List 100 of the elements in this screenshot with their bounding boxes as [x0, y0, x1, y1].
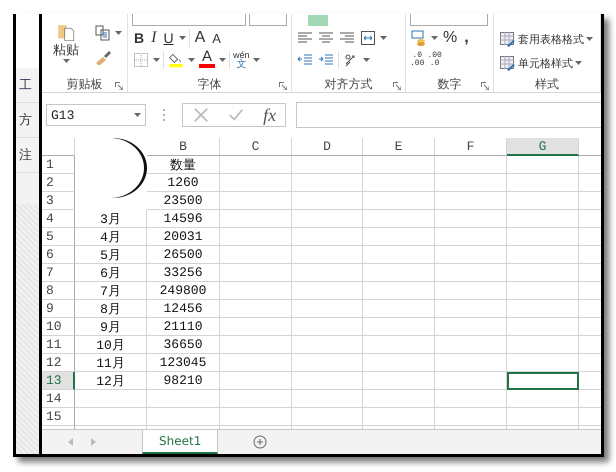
table-cell[interactable]: 26500: [147, 246, 220, 264]
empty-cell[interactable]: [507, 282, 579, 300]
empty-cell[interactable]: [292, 246, 363, 264]
merge-cells-icon[interactable]: [359, 30, 377, 46]
empty-cell[interactable]: [363, 282, 435, 300]
select-all-button[interactable]: [42, 138, 75, 156]
empty-cell[interactable]: [507, 174, 579, 192]
row-header[interactable]: 10: [42, 318, 75, 336]
empty-cell[interactable]: [507, 318, 579, 336]
table-cell[interactable]: 249800: [147, 282, 220, 300]
table-cell[interactable]: 14596: [147, 210, 220, 228]
empty-cell[interactable]: [292, 210, 363, 228]
empty-cell[interactable]: [507, 210, 579, 228]
italic-button[interactable]: I: [149, 28, 158, 48]
empty-cell[interactable]: [507, 300, 579, 318]
dialog-launcher-icon[interactable]: [279, 82, 287, 90]
scroll-left-icon[interactable]: [68, 438, 73, 446]
table-cell[interactable]: 3月: [75, 210, 147, 228]
empty-cell[interactable]: [220, 318, 292, 336]
caret-icon[interactable]: [153, 58, 160, 62]
empty-cell[interactable]: [220, 264, 292, 282]
empty-cell[interactable]: [363, 174, 435, 192]
empty-cell[interactable]: [220, 210, 292, 228]
empty-cell[interactable]: [435, 228, 507, 246]
row-header[interactable]: 4: [42, 210, 75, 228]
row-header[interactable]: 8: [42, 282, 75, 300]
empty-cell[interactable]: [292, 408, 363, 426]
cancel-icon[interactable]: [192, 107, 210, 123]
row-header[interactable]: 7: [42, 264, 75, 282]
caret-icon[interactable]: [188, 58, 195, 62]
table-cell[interactable]: 123045: [147, 354, 220, 372]
empty-cell[interactable]: [220, 354, 292, 372]
empty-cell[interactable]: [507, 336, 579, 354]
column-header[interactable]: B: [147, 138, 220, 156]
style-button[interactable]: 单元格样式: [498, 52, 596, 74]
percent-button[interactable]: %: [441, 28, 460, 48]
selected-cell[interactable]: [507, 372, 579, 390]
empty-cell[interactable]: [220, 156, 292, 174]
row-header[interactable]: 5: [42, 228, 75, 246]
empty-cell[interactable]: [363, 264, 435, 282]
table-cell[interactable]: 9月: [75, 318, 147, 336]
caret-icon[interactable]: [219, 58, 226, 62]
empty-cell[interactable]: [363, 300, 435, 318]
empty-cell[interactable]: [220, 300, 292, 318]
empty-cell[interactable]: [507, 156, 579, 174]
enter-icon[interactable]: [227, 107, 246, 123]
empty-cell[interactable]: [220, 372, 292, 390]
empty-cell[interactable]: [147, 390, 220, 408]
table-cell[interactable]: 6月: [75, 264, 147, 282]
insert-function-button[interactable]: fx: [263, 104, 276, 126]
caret-icon[interactable]: [178, 36, 186, 40]
empty-cell[interactable]: [435, 156, 507, 174]
empty-cell[interactable]: [435, 300, 507, 318]
bold-button[interactable]: B: [132, 28, 146, 48]
empty-cell[interactable]: [363, 354, 435, 372]
format-painter-icon[interactable]: [94, 49, 112, 65]
table-cell[interactable]: 12月: [75, 372, 147, 390]
empty-cell[interactable]: [363, 390, 435, 408]
empty-cell[interactable]: [220, 246, 292, 264]
empty-cell[interactable]: [363, 246, 435, 264]
empty-cell[interactable]: [220, 174, 292, 192]
empty-cell[interactable]: [507, 408, 579, 426]
row-header[interactable]: 6: [42, 246, 75, 264]
empty-cell[interactable]: [507, 354, 579, 372]
column-header[interactable]: E: [363, 138, 435, 156]
increase-decimal-button[interactable]: .0 .00: [410, 52, 424, 68]
empty-cell[interactable]: [507, 246, 579, 264]
sheet-tab[interactable]: Sheet1: [142, 430, 218, 454]
empty-cell[interactable]: [220, 228, 292, 246]
empty-cell[interactable]: [435, 318, 507, 336]
empty-cell[interactable]: [363, 228, 435, 246]
row-header[interactable]: 14: [42, 390, 75, 408]
shrink-font-button[interactable]: A: [210, 28, 223, 48]
table-cell[interactable]: 8月: [75, 300, 147, 318]
caret-icon[interactable]: [431, 36, 438, 40]
empty-cell[interactable]: [435, 390, 507, 408]
empty-cell[interactable]: [363, 408, 435, 426]
table-cell[interactable]: 33256: [147, 264, 220, 282]
empty-cell[interactable]: [363, 372, 435, 390]
style-button[interactable]: 套用表格格式: [498, 28, 596, 50]
row-header[interactable]: 15: [42, 408, 75, 426]
dialog-launcher-icon[interactable]: [481, 82, 489, 90]
copy-icon[interactable]: [94, 25, 112, 41]
empty-cell[interactable]: [220, 390, 292, 408]
empty-cell[interactable]: [435, 174, 507, 192]
empty-cell[interactable]: [292, 354, 363, 372]
empty-cell[interactable]: [363, 318, 435, 336]
empty-cell[interactable]: [435, 336, 507, 354]
empty-cell[interactable]: [435, 408, 507, 426]
empty-cell[interactable]: [75, 408, 147, 426]
formula-input[interactable]: [296, 102, 601, 128]
empty-cell[interactable]: [220, 336, 292, 354]
column-header[interactable]: D: [292, 138, 363, 156]
table-cell[interactable]: 7月: [75, 282, 147, 300]
table-cell[interactable]: 12456: [147, 300, 220, 318]
table-cell[interactable]: 20031: [147, 228, 220, 246]
table-cell[interactable]: 36650: [147, 336, 220, 354]
row-header[interactable]: 13: [42, 372, 75, 390]
table-cell[interactable]: 5月: [75, 246, 147, 264]
empty-cell[interactable]: [292, 336, 363, 354]
